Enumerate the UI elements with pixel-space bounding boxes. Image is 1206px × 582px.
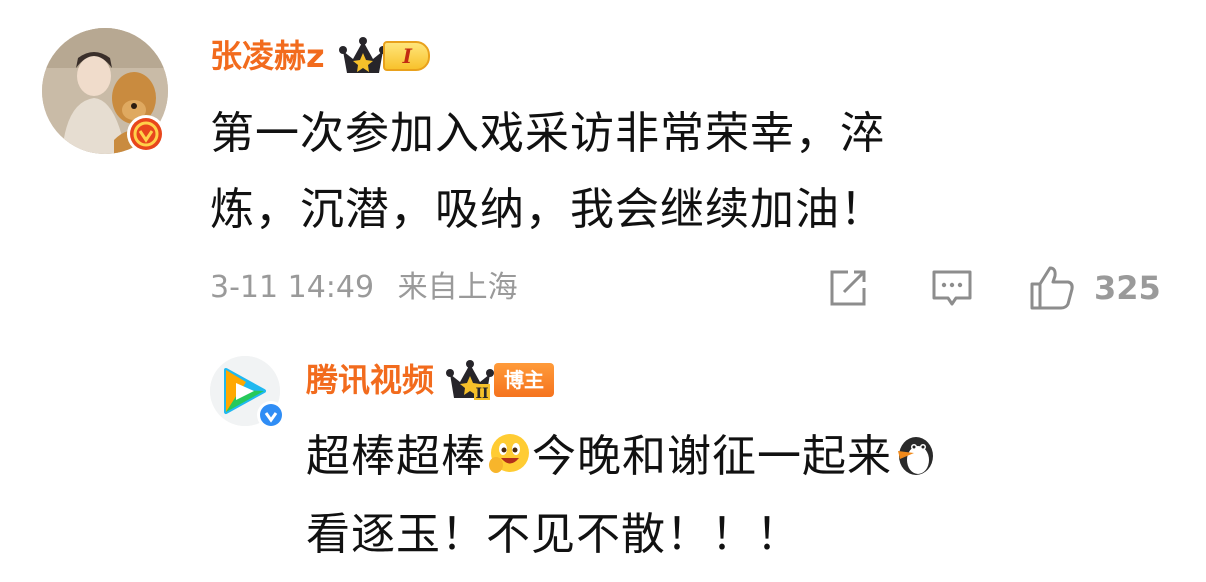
comment-time: 3-11 14:49 (210, 270, 375, 305)
comment-text: 第一次参加入戏采访非常荣幸，淬 炼，沉潜，吸纳，我会继续加油！ (210, 96, 1090, 248)
reply-text: 超棒超棒 今晚和谢征一起来 看逐玉！不见不散！！！ (306, 418, 1186, 574)
reply-text-line: 看逐玉！不见不散！！！ (306, 509, 801, 560)
reply-text-line: 超棒超棒 今晚和谢征一起来 (306, 418, 1186, 496)
reply-username[interactable]: 腾讯视频 (306, 360, 434, 400)
like-button[interactable]: 325 (1028, 264, 1161, 312)
smiling-face-emoji-icon (489, 434, 529, 473)
comment-text-line: 炼，沉潜，吸纳，我会继续加油！ (210, 184, 885, 235)
comment-icon[interactable] (930, 266, 974, 310)
comment-meta: 3-11 14:49 来自上海 (210, 268, 518, 308)
penguin-emoji-icon (898, 437, 933, 475)
thumbs-up-icon (1030, 266, 1074, 310)
comment-text-line: 第一次参加入戏采访非常荣幸，淬 (210, 108, 885, 159)
verified-badge-icon (257, 401, 285, 429)
reply-text-part: 今晚和谢征一起来 (532, 431, 892, 482)
verified-badge-icon (127, 115, 165, 153)
reply-text-part: 超棒超棒 (306, 431, 486, 482)
level-label: I (382, 41, 430, 71)
member-level-badge[interactable]: I (338, 37, 430, 73)
reply-level-badge[interactable]: II 博主 (446, 358, 555, 402)
crown-icon (338, 37, 387, 73)
comment-location: 来自上海 (397, 270, 518, 305)
blogger-tag: 博主 (494, 363, 555, 397)
comment-username[interactable]: 张凌赫z (210, 36, 325, 76)
crown-icon: II (446, 360, 495, 402)
like-count: 325 (1094, 269, 1161, 307)
share-icon[interactable] (826, 266, 870, 310)
reply-level-label: II (475, 386, 488, 402)
